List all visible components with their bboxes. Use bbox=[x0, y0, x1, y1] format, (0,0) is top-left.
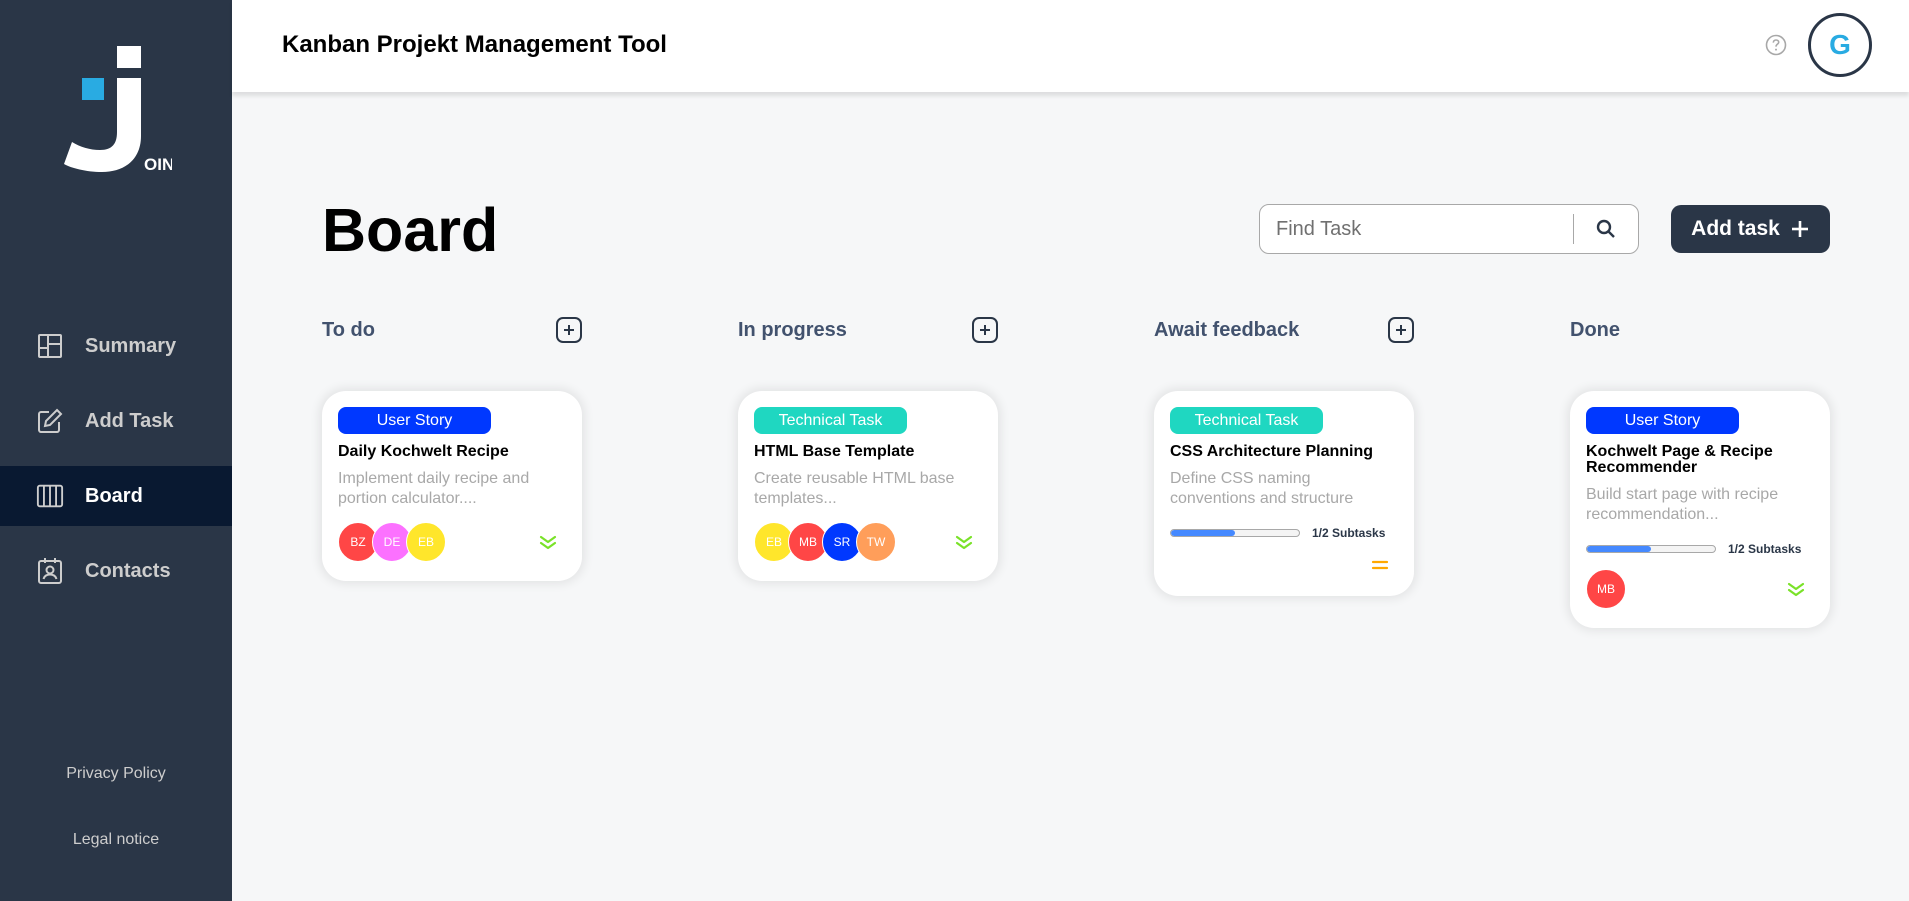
subtask-count: 1/2 Subtasks bbox=[1728, 542, 1802, 556]
app-title: Kanban Projekt Management Tool bbox=[282, 31, 667, 58]
category-label: User Story bbox=[338, 407, 491, 434]
plus-icon bbox=[1791, 221, 1808, 237]
column-in-progress: In progress Technical Task HTML Base Tem… bbox=[738, 316, 998, 581]
search-box bbox=[1259, 204, 1639, 254]
assignee-avatars: BZ DE EB bbox=[338, 522, 446, 562]
top-header: Kanban Projekt Management Tool G bbox=[232, 0, 1909, 92]
column-title: To do bbox=[322, 318, 375, 341]
plus-icon bbox=[980, 325, 990, 335]
task-title: HTML Base Template bbox=[754, 443, 915, 460]
search-button[interactable] bbox=[1574, 205, 1638, 253]
subtask-progress: 1/2 Subtasks bbox=[1170, 526, 1398, 540]
task-card[interactable]: Technical Task HTML Base Template Create… bbox=[738, 391, 998, 581]
task-card[interactable]: User Story Kochwelt Page & Recipe Recomm… bbox=[1570, 391, 1830, 628]
add-task-icon bbox=[36, 407, 64, 435]
progress-fill bbox=[1171, 530, 1235, 536]
add-task-label: Add task bbox=[1691, 217, 1780, 240]
column-await-feedback: Await feedback Technical Task CSS Archit… bbox=[1154, 316, 1414, 596]
page-title: Board bbox=[322, 196, 499, 264]
column-done: Done User Story Kochwelt Page & Recipe R… bbox=[1570, 316, 1830, 628]
category-label: Technical Task bbox=[1170, 407, 1323, 434]
column-header: Done bbox=[1570, 316, 1830, 344]
task-description: Define CSS naming conventions and struct… bbox=[1170, 470, 1354, 507]
task-title: Daily Kochwelt Recipe bbox=[338, 443, 509, 460]
search-input[interactable] bbox=[1260, 205, 1573, 253]
subtask-count: 1/2 Subtasks bbox=[1312, 526, 1386, 540]
sidebar-item-board[interactable]: Board bbox=[0, 466, 232, 526]
sidebar-item-add-task[interactable]: Add Task bbox=[0, 391, 232, 451]
category-label: User Story bbox=[1586, 407, 1739, 434]
logo-text: OIN bbox=[144, 155, 172, 174]
plus-icon bbox=[564, 325, 574, 335]
priority-low-icon bbox=[955, 535, 973, 550]
column-to-do: To do User Story Daily Kochwelt Recipe I… bbox=[322, 316, 582, 581]
priority-low-icon bbox=[539, 535, 557, 550]
sidebar-item-label: Contacts bbox=[85, 559, 171, 582]
sidebar-nav: Summary Add Task Board Contacts bbox=[0, 316, 232, 616]
subtask-progress: 1/2 Subtasks bbox=[1586, 542, 1814, 556]
card-footer: EB MB SR TW bbox=[754, 521, 982, 563]
column-header: Await feedback bbox=[1154, 316, 1414, 344]
assignee-avatar: EB bbox=[406, 522, 446, 562]
add-task-button[interactable]: Add task bbox=[1671, 205, 1830, 253]
card-footer: MB bbox=[1586, 568, 1814, 610]
card-footer: BZ DE EB bbox=[338, 521, 566, 563]
column-add-button[interactable] bbox=[556, 317, 582, 343]
progress-fill bbox=[1587, 546, 1651, 552]
task-description: Build start page with recipe recommendat… bbox=[1586, 486, 1779, 523]
priority-low-icon bbox=[1787, 582, 1805, 597]
sidebar: OIN Summary Add Task Board Contacts Priv… bbox=[0, 0, 232, 901]
column-title: In progress bbox=[738, 318, 847, 341]
progress-bar bbox=[1586, 545, 1716, 553]
contacts-icon bbox=[36, 557, 64, 585]
assignee-avatar: MB bbox=[1586, 569, 1626, 609]
task-description: Create reusable HTML base templates... bbox=[754, 470, 955, 507]
task-description: Implement daily recipe and portion calcu… bbox=[338, 470, 530, 507]
progress-bar bbox=[1170, 529, 1300, 537]
assignee-avatars: MB bbox=[1586, 569, 1626, 609]
task-card[interactable]: User Story Daily Kochwelt Recipe Impleme… bbox=[322, 391, 582, 581]
legal-notice-link[interactable]: Legal notice bbox=[0, 831, 232, 849]
plus-icon bbox=[1396, 325, 1406, 335]
task-title: Kochwelt Page & Recipe Recommender bbox=[1586, 443, 1773, 476]
priority-medium-icon bbox=[1371, 560, 1389, 570]
column-header: To do bbox=[322, 316, 582, 344]
sidebar-item-summary[interactable]: Summary bbox=[0, 316, 232, 376]
column-title: Done bbox=[1570, 318, 1620, 341]
assignee-avatars: EB MB SR TW bbox=[754, 522, 896, 562]
user-avatar[interactable]: G bbox=[1808, 13, 1872, 77]
sidebar-item-label: Board bbox=[85, 484, 143, 507]
task-card[interactable]: Technical Task CSS Architecture Planning… bbox=[1154, 391, 1414, 596]
sidebar-item-label: Summary bbox=[85, 334, 177, 357]
category-label: Technical Task bbox=[754, 407, 907, 434]
column-add-button[interactable] bbox=[972, 317, 998, 343]
join-logo[interactable]: OIN bbox=[62, 44, 172, 174]
assignee-avatar: TW bbox=[856, 522, 896, 562]
help-icon[interactable] bbox=[1765, 34, 1787, 56]
privacy-policy-link[interactable]: Privacy Policy bbox=[0, 765, 232, 783]
column-add-button[interactable] bbox=[1388, 317, 1414, 343]
summary-icon bbox=[36, 332, 64, 360]
column-header: In progress bbox=[738, 316, 998, 344]
card-footer bbox=[1170, 552, 1398, 578]
board-icon bbox=[36, 482, 64, 510]
column-title: Await feedback bbox=[1154, 318, 1300, 341]
sidebar-item-contacts[interactable]: Contacts bbox=[0, 541, 232, 601]
task-title: CSS Architecture Planning bbox=[1170, 443, 1373, 460]
search-icon bbox=[1596, 219, 1615, 238]
sidebar-item-label: Add Task bbox=[85, 409, 174, 432]
